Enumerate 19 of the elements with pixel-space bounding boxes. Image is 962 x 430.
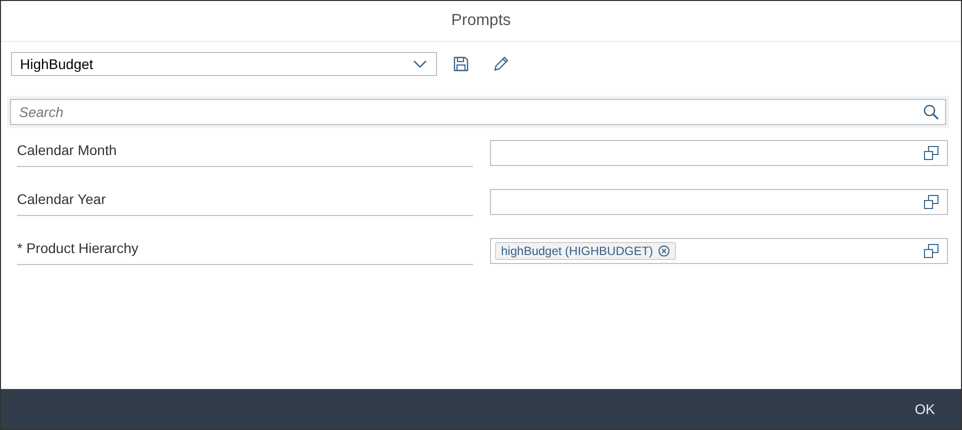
prompt-label: Calendar Month — [17, 140, 473, 166]
value-field[interactable]: highBudget (HIGHBUDGET) — [490, 238, 948, 264]
value-help-icon[interactable] — [924, 194, 939, 208]
value-token[interactable]: highBudget (HIGHBUDGET) — [495, 242, 676, 260]
value-help-icon[interactable] — [924, 146, 939, 160]
prompt-label: Calendar Year — [17, 190, 473, 216]
value-field[interactable] — [490, 188, 948, 214]
search-field[interactable]: Search — [10, 99, 946, 125]
ok-button[interactable]: OK — [904, 395, 945, 423]
chevron-down-icon — [413, 60, 427, 68]
dialog-title: Prompts — [1, 1, 961, 42]
prompt-label: * Product Hierarchy — [17, 238, 473, 264]
pencil-icon[interactable] — [493, 56, 509, 72]
search-icon[interactable] — [923, 104, 939, 120]
save-icon[interactable] — [453, 56, 469, 72]
value-field[interactable] — [490, 140, 948, 166]
remove-icon[interactable] — [658, 244, 670, 256]
variant-dropdown[interactable]: HighBudget — [11, 52, 437, 76]
value-help-icon[interactable] — [924, 244, 939, 258]
